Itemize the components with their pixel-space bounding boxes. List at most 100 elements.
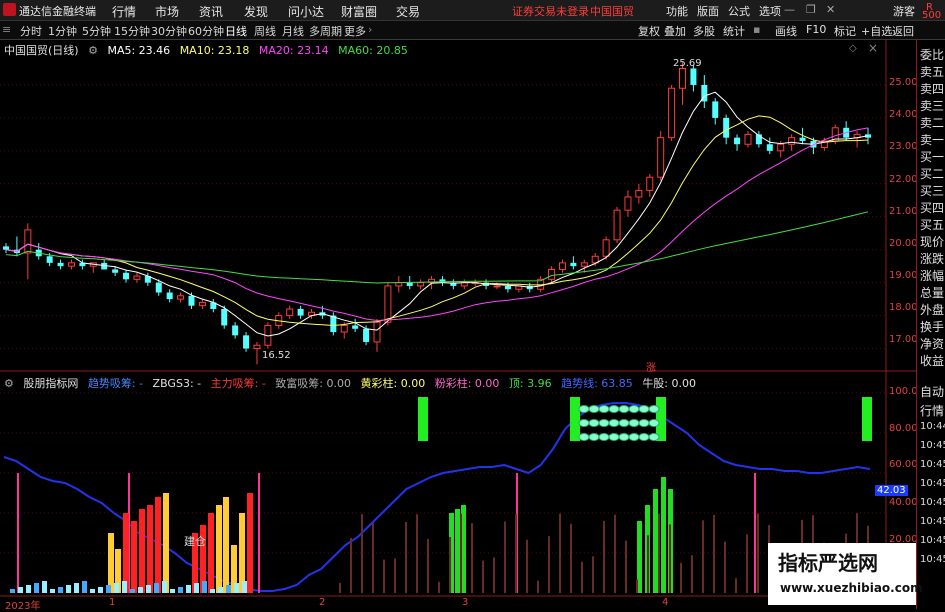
bottom-bar <box>114 583 119 593</box>
candle-body <box>417 282 425 287</box>
candle-body <box>624 196 632 211</box>
close-panel-icon[interactable]: × <box>868 41 878 55</box>
side-panel-item[interactable]: 总量 <box>920 284 944 301</box>
collapse-icon[interactable]: ≡ <box>2 23 11 36</box>
period-multi[interactable]: 多周期 <box>309 23 342 39</box>
menu-news[interactable]: 资讯 <box>199 3 223 20</box>
btn-back[interactable]: 返回 <box>892 23 914 39</box>
side-panel-item[interactable]: 10:44 <box>920 421 945 432</box>
side-panel-item[interactable]: 自动 <box>920 383 944 400</box>
expand-icon[interactable]: ◇ <box>849 43 857 54</box>
period-weekly[interactable]: 周线 <box>254 23 276 39</box>
candle-body <box>133 275 141 280</box>
btn-overlay[interactable]: 叠加 <box>664 23 686 39</box>
side-panel-item[interactable]: 卖四 <box>920 80 944 97</box>
btn-f10[interactable]: F10 <box>806 23 826 36</box>
close-icon[interactable]: ✕ <box>826 3 835 16</box>
kline-chart[interactable] <box>0 0 945 609</box>
bottom-bar <box>194 583 199 593</box>
side-panel-item[interactable]: 买四 <box>920 199 944 216</box>
side-panel-item[interactable]: 收益 <box>920 352 944 369</box>
side-panel-item[interactable]: 10:45 <box>920 554 945 565</box>
settings-icon[interactable]: ⚙ <box>88 44 98 57</box>
side-panel-item[interactable]: 买一 <box>920 148 944 165</box>
bottom-bar <box>106 585 111 593</box>
side-panel-item[interactable]: 行情 <box>920 402 944 419</box>
signal-bead <box>578 433 590 441</box>
period-more[interactable]: 更多 <box>344 23 366 39</box>
pin-icon[interactable]: ▪ <box>753 23 760 36</box>
side-panel-item[interactable]: 卖一 <box>920 131 944 148</box>
side-panel-item[interactable]: 买三 <box>920 182 944 199</box>
minimize-icon[interactable]: — <box>784 3 795 16</box>
bottom-bar <box>162 581 167 593</box>
login-status[interactable]: 证券交易未登录 <box>512 3 589 19</box>
side-panel-item[interactable]: 卖二 <box>920 114 944 131</box>
menu-wealth[interactable]: 财富圈 <box>341 3 377 20</box>
btn-add-watch[interactable]: +自选 <box>861 23 892 39</box>
candle-body <box>450 282 457 286</box>
green-bar <box>449 513 454 593</box>
period-15min[interactable]: 15分钟 <box>114 23 150 39</box>
side-panel-item[interactable]: 外盘 <box>920 301 944 318</box>
period-monthly[interactable]: 月线 <box>282 23 304 39</box>
btn-adjust[interactable]: 复权 <box>638 23 660 39</box>
period-30min[interactable]: 30分钟 <box>151 23 187 39</box>
candle-body <box>853 133 861 139</box>
restore-icon[interactable]: ❐ <box>806 3 816 16</box>
candle-body <box>515 285 523 290</box>
bottom-bar <box>130 589 135 593</box>
period-1min[interactable]: 1分钟 <box>48 23 77 39</box>
side-panel-item[interactable]: 换手 <box>920 318 944 335</box>
btn-draw[interactable]: 画线 <box>775 23 797 39</box>
side-panel-item[interactable]: 涨跌 <box>920 250 944 267</box>
menu-formula[interactable]: 公式 <box>728 3 750 19</box>
period-daily[interactable]: 日线 <box>225 23 247 39</box>
side-panel-item[interactable]: 委比 <box>920 46 944 63</box>
menu-function[interactable]: 功能 <box>666 3 688 19</box>
menu-market[interactable]: 行情 <box>112 3 136 20</box>
ma10-value: MA10: 23.18 <box>179 44 250 57</box>
side-panel-item[interactable]: 涨幅 <box>920 267 944 284</box>
side-panel-item[interactable]: 买五 <box>920 216 944 233</box>
menu-markets[interactable]: 市场 <box>155 3 179 20</box>
side-panel-item[interactable]: 卖五 <box>920 63 944 80</box>
build-position-label: 建仓 <box>184 535 206 548</box>
side-panel-item[interactable]: 现价 <box>920 233 944 250</box>
bottom-bar <box>66 585 71 593</box>
menu-trade[interactable]: 交易 <box>396 3 420 20</box>
settings-icon[interactable]: ⚙ <box>4 377 14 390</box>
top-signal-block <box>418 397 428 441</box>
menu-layout[interactable]: 版面 <box>697 3 719 19</box>
bottom-bar <box>138 587 143 593</box>
btn-stats[interactable]: 统计 <box>723 23 745 39</box>
period-timeshare[interactable]: 分时 <box>20 23 42 39</box>
side-panel-item[interactable]: 净资 <box>920 335 944 352</box>
btn-multistock[interactable]: 多股 <box>693 23 715 39</box>
signal-bar <box>115 549 121 593</box>
side-panel-item[interactable]: 买二 <box>920 165 944 182</box>
side-panel-item[interactable]: 10:45 <box>920 516 945 527</box>
signal-bead <box>618 433 630 441</box>
side-panel-item[interactable]: 10:45 <box>920 459 945 470</box>
period-5min[interactable]: 5分钟 <box>82 23 111 39</box>
chevron-right-icon[interactable]: › <box>368 23 372 36</box>
candle-body <box>406 282 413 286</box>
side-panel-item[interactable]: 10:45 <box>920 535 945 546</box>
menu-ask[interactable]: 问小达 <box>288 3 324 20</box>
candle-body <box>558 262 566 270</box>
side-panel-item[interactable]: 卖三 <box>920 97 944 114</box>
signal-bead <box>598 433 610 441</box>
guest-user[interactable]: 游客 <box>893 3 915 19</box>
side-panel-item[interactable]: 10:45 <box>920 497 945 508</box>
side-panel-item[interactable]: 10:45 <box>920 440 945 451</box>
signal-bead <box>618 419 630 427</box>
side-panel-item[interactable]: 10:45 <box>920 478 945 489</box>
bottom-bar <box>186 585 191 593</box>
menu-options[interactable]: 选项 <box>759 3 781 19</box>
btn-mark[interactable]: 标记 <box>834 23 856 39</box>
period-60min[interactable]: 60分钟 <box>188 23 224 39</box>
menu-discover[interactable]: 发现 <box>244 3 268 20</box>
main-absorb: 主力吸筹: - <box>210 377 266 390</box>
signal-bar <box>216 505 222 593</box>
